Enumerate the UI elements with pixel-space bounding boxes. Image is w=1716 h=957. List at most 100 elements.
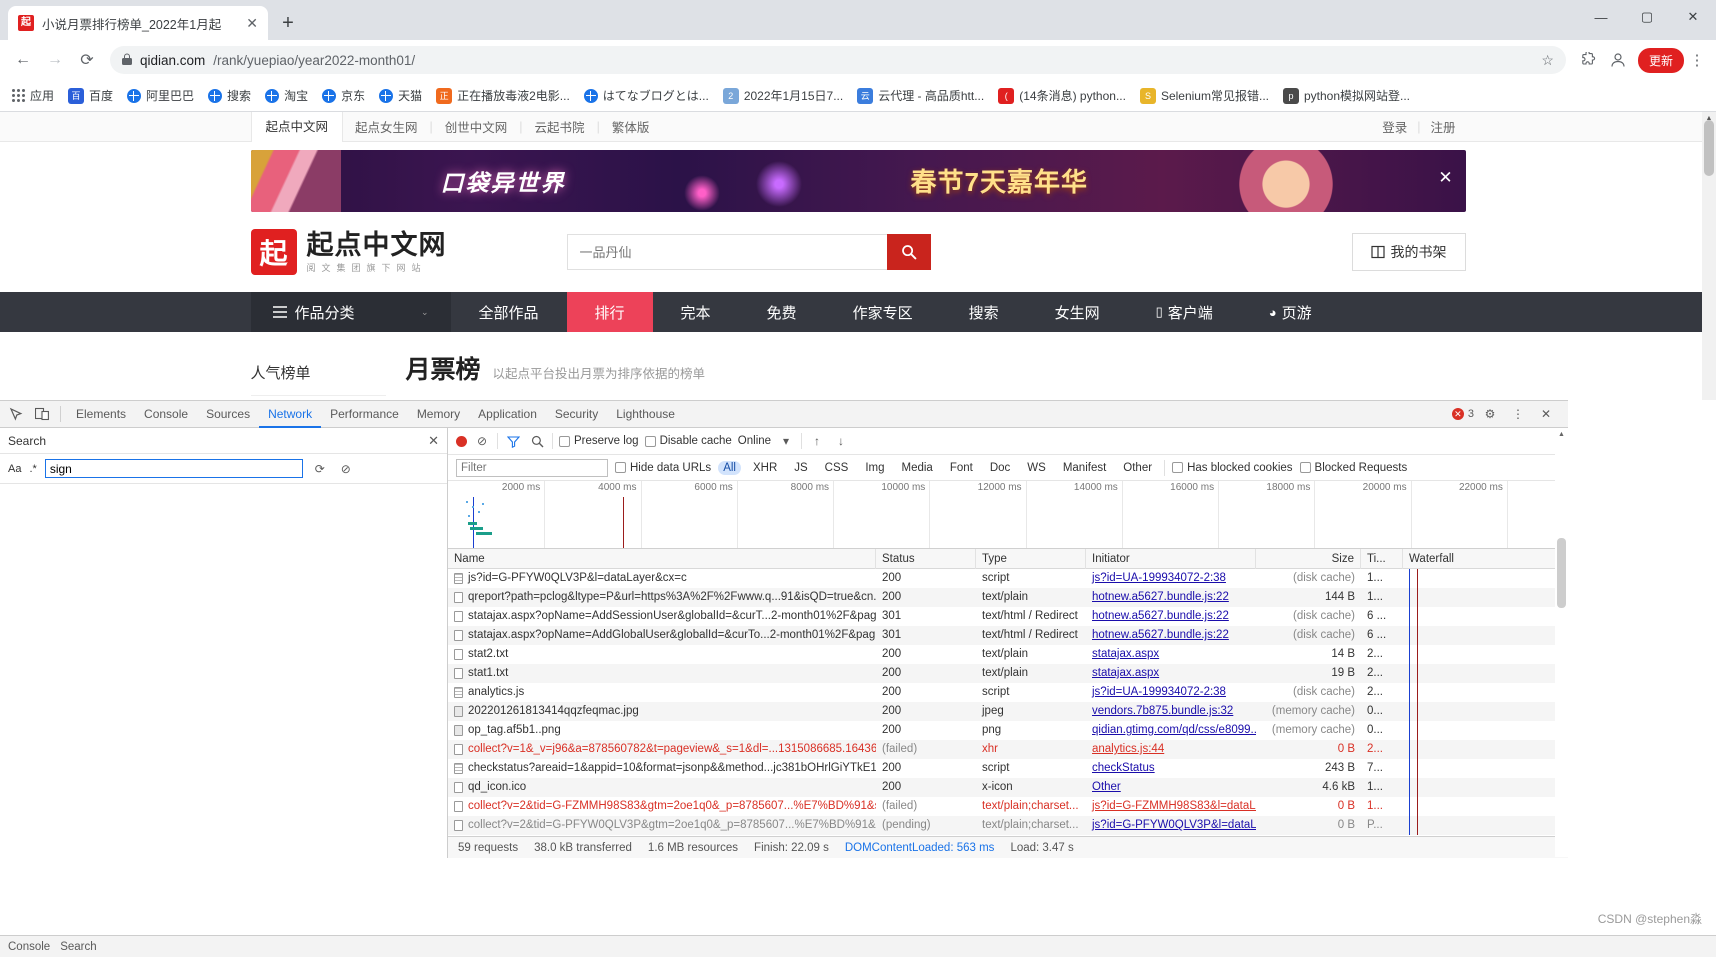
- bookmark-item-1[interactable]: 百百度: [62, 84, 119, 107]
- search-input[interactable]: [44, 459, 303, 478]
- cell-initiator-link[interactable]: js?id=UA-199934072-2:38: [1092, 572, 1226, 584]
- devtools-close-icon[interactable]: ✕: [1534, 402, 1558, 426]
- window-close-icon[interactable]: ✕: [1670, 0, 1716, 34]
- cell-initiator[interactable]: js?id=UA-199934072-2:38: [1086, 683, 1256, 702]
- cell-name[interactable]: analytics.js: [448, 683, 876, 702]
- filter-type-ws[interactable]: WS: [1022, 461, 1051, 475]
- gear-icon[interactable]: ⚙: [1478, 402, 1502, 426]
- table-row[interactable]: collect?v=1&_v=j96&a=878560782&t=pagevie…: [448, 740, 1568, 759]
- topbar-link-fanti[interactable]: 繁体版: [600, 117, 662, 136]
- extensions-icon[interactable]: [1574, 46, 1602, 74]
- browser-tab[interactable]: 起 小说月票排行榜单_2022年1月起 ✕: [8, 6, 268, 40]
- table-row[interactable]: collect?v=2&tid=G-FZMMH98S83&gtm=2oe1q0&…: [448, 797, 1568, 816]
- nav-item-4[interactable]: 作家专区: [825, 292, 941, 332]
- bookmark-item-11[interactable]: ((14条消息) python...: [992, 84, 1132, 107]
- table-row[interactable]: 202201261813414qqzfeqmac.jpg 200 jpeg vendo…: [448, 702, 1568, 721]
- bookmark-item-8[interactable]: はてなブログとは...: [578, 84, 715, 107]
- close-icon[interactable]: ✕: [246, 15, 258, 32]
- topbar-link-yunqi[interactable]: 云起书院: [523, 117, 597, 136]
- browser-menu-icon[interactable]: ⋮: [1686, 51, 1708, 69]
- cell-name[interactable]: qreport?path=pclog&ltype=P&url=https%3A%…: [448, 588, 876, 607]
- back-icon[interactable]: ←: [8, 45, 38, 75]
- topbar-link-chuangshi[interactable]: 创世中文网: [433, 117, 520, 136]
- table-row[interactable]: qreport?path=pclog&ltype=P&url=https%3A%…: [448, 588, 1568, 607]
- cell-initiator[interactable]: js?id=UA-199934072-2:38: [1086, 569, 1256, 588]
- bookmark-item-3[interactable]: 搜索: [202, 84, 257, 107]
- throttling-select[interactable]: Online: [738, 435, 771, 447]
- nav-item-0[interactable]: 全部作品: [451, 292, 567, 332]
- clear-icon[interactable]: ⊘: [337, 460, 355, 478]
- devtools-tab-security[interactable]: Security: [546, 401, 607, 428]
- regex-icon[interactable]: .*: [29, 463, 36, 475]
- cell-initiator-link[interactable]: analytics.js:44: [1092, 743, 1164, 755]
- cell-initiator[interactable]: js?id=G-PFYW0QLV3P&l=dataLa...: [1086, 816, 1256, 835]
- cell-initiator-link[interactable]: js?id=UA-199934072-2:38: [1092, 686, 1226, 698]
- export-har-icon[interactable]: ↓: [832, 432, 850, 450]
- scrollbar-thumb[interactable]: [1557, 538, 1566, 608]
- site-logo[interactable]: 起 起点中文网 阅文集团旗下网站: [250, 229, 447, 275]
- devtools-tab-elements[interactable]: Elements: [67, 401, 135, 428]
- devtools-scrollbar[interactable]: ▲: [1555, 428, 1568, 857]
- inspect-icon[interactable]: [4, 402, 28, 426]
- bookmark-item-5[interactable]: 京东: [316, 84, 371, 107]
- profile-icon[interactable]: [1604, 46, 1632, 74]
- has-blocked-cookies-checkbox[interactable]: Has blocked cookies: [1172, 462, 1293, 474]
- match-case-icon[interactable]: Aa: [8, 463, 21, 475]
- cell-initiator-link[interactable]: Other: [1092, 781, 1121, 793]
- nav-item-7[interactable]: ▯ 客户端: [1128, 292, 1241, 332]
- cell-name[interactable]: collect?v=2&tid=G-FZMMH98S83&gtm=2oe1q0&…: [448, 797, 876, 816]
- more-icon[interactable]: ⋮: [1506, 402, 1530, 426]
- banner-close-icon[interactable]: ✕: [1436, 168, 1456, 188]
- reload-icon[interactable]: ⟳: [72, 45, 102, 75]
- cell-name[interactable]: qd_icon.ico: [448, 778, 876, 797]
- column-time[interactable]: Ti...: [1361, 549, 1403, 569]
- page-scrollbar[interactable]: ▲: [1702, 112, 1716, 404]
- devtools-tab-lighthouse[interactable]: Lighthouse: [607, 401, 684, 428]
- filter-type-other[interactable]: Other: [1118, 461, 1157, 475]
- cell-name[interactable]: js?id=G-PFYW0QLV3P&l=dataLayer&cx=c: [448, 569, 876, 588]
- cell-initiator[interactable]: statajax.aspx: [1086, 645, 1256, 664]
- devtools-tab-console[interactable]: Console: [135, 401, 197, 428]
- filter-type-manifest[interactable]: Manifest: [1058, 461, 1111, 475]
- filter-type-doc[interactable]: Doc: [985, 461, 1015, 475]
- new-tab-button[interactable]: +: [274, 9, 302, 37]
- table-row[interactable]: checkstatus?areaid=1&appid=10&format=jso…: [448, 759, 1568, 778]
- bookmark-item-7[interactable]: 正正在播放毒液2电影...: [430, 84, 576, 107]
- nav-item-1[interactable]: 排行: [566, 292, 653, 332]
- cell-initiator-link[interactable]: checkStatus: [1092, 762, 1155, 774]
- table-row[interactable]: collect?v=2&tid=G-PFYW0QLV3P&gtm=2oe1q0&…: [448, 816, 1568, 835]
- filter-type-css[interactable]: CSS: [820, 461, 854, 475]
- drawer-tab-console[interactable]: Console: [8, 941, 50, 953]
- maximize-icon[interactable]: ▢: [1624, 0, 1670, 34]
- cell-initiator[interactable]: hotnew.a5627.bundle.js:22: [1086, 626, 1256, 645]
- column-status[interactable]: Status: [876, 549, 976, 569]
- error-badge[interactable]: ✕ 3: [1451, 408, 1474, 420]
- topbar-current-site[interactable]: 起点中文网: [250, 112, 344, 142]
- cell-initiator[interactable]: analytics.js:44: [1086, 740, 1256, 759]
- record-icon[interactable]: [456, 435, 467, 447]
- forward-icon[interactable]: →: [40, 45, 70, 75]
- cell-initiator[interactable]: statajax.aspx: [1086, 664, 1256, 683]
- cell-initiator-link[interactable]: statajax.aspx: [1092, 648, 1159, 660]
- devtools-tab-performance[interactable]: Performance: [321, 401, 408, 428]
- cell-initiator-link[interactable]: js?id=G-FZMMH98S83&l=dataL...: [1092, 800, 1256, 812]
- table-row[interactable]: js?id=G-PFYW0QLV3P&l=dataLayer&cx=c 200 sc…: [448, 569, 1568, 588]
- category-button[interactable]: 作品分类 ⌄: [250, 292, 451, 332]
- promo-banner[interactable]: 口袋异世界 春节7天嘉年华 ✕: [250, 150, 1466, 212]
- clear-icon[interactable]: ⊘: [473, 432, 491, 450]
- cell-name[interactable]: collect?v=1&_v=j96&a=878560782&t=pagevie…: [448, 740, 876, 759]
- cell-name[interactable]: op_tag.af5b1..png: [448, 721, 876, 740]
- cell-initiator-link[interactable]: qidian.gtimg.com/qd/css/e8099...: [1092, 724, 1256, 736]
- drawer-tab-search[interactable]: Search: [60, 941, 96, 953]
- topbar-link-nvsheng[interactable]: 起点女生网: [343, 117, 430, 136]
- filter-type-img[interactable]: Img: [860, 461, 889, 475]
- cell-initiator-link[interactable]: hotnew.a5627.bundle.js:22: [1092, 610, 1229, 622]
- table-row[interactable]: op_tag.af5b1..png 200 png qidian.gtimg.com/…: [448, 721, 1568, 740]
- table-row[interactable]: statajax.aspx?opName=AddGlobalUser&globa…: [448, 626, 1568, 645]
- device-toolbar-icon[interactable]: [30, 402, 54, 426]
- login-link[interactable]: 登录: [1382, 117, 1407, 136]
- cell-initiator-link[interactable]: js?id=G-PFYW0QLV3P&l=dataLa...: [1092, 819, 1256, 831]
- bookmark-item-0[interactable]: 应用: [6, 84, 60, 107]
- cell-initiator[interactable]: hotnew.a5627.bundle.js:22: [1086, 588, 1256, 607]
- close-icon[interactable]: ✕: [428, 433, 439, 449]
